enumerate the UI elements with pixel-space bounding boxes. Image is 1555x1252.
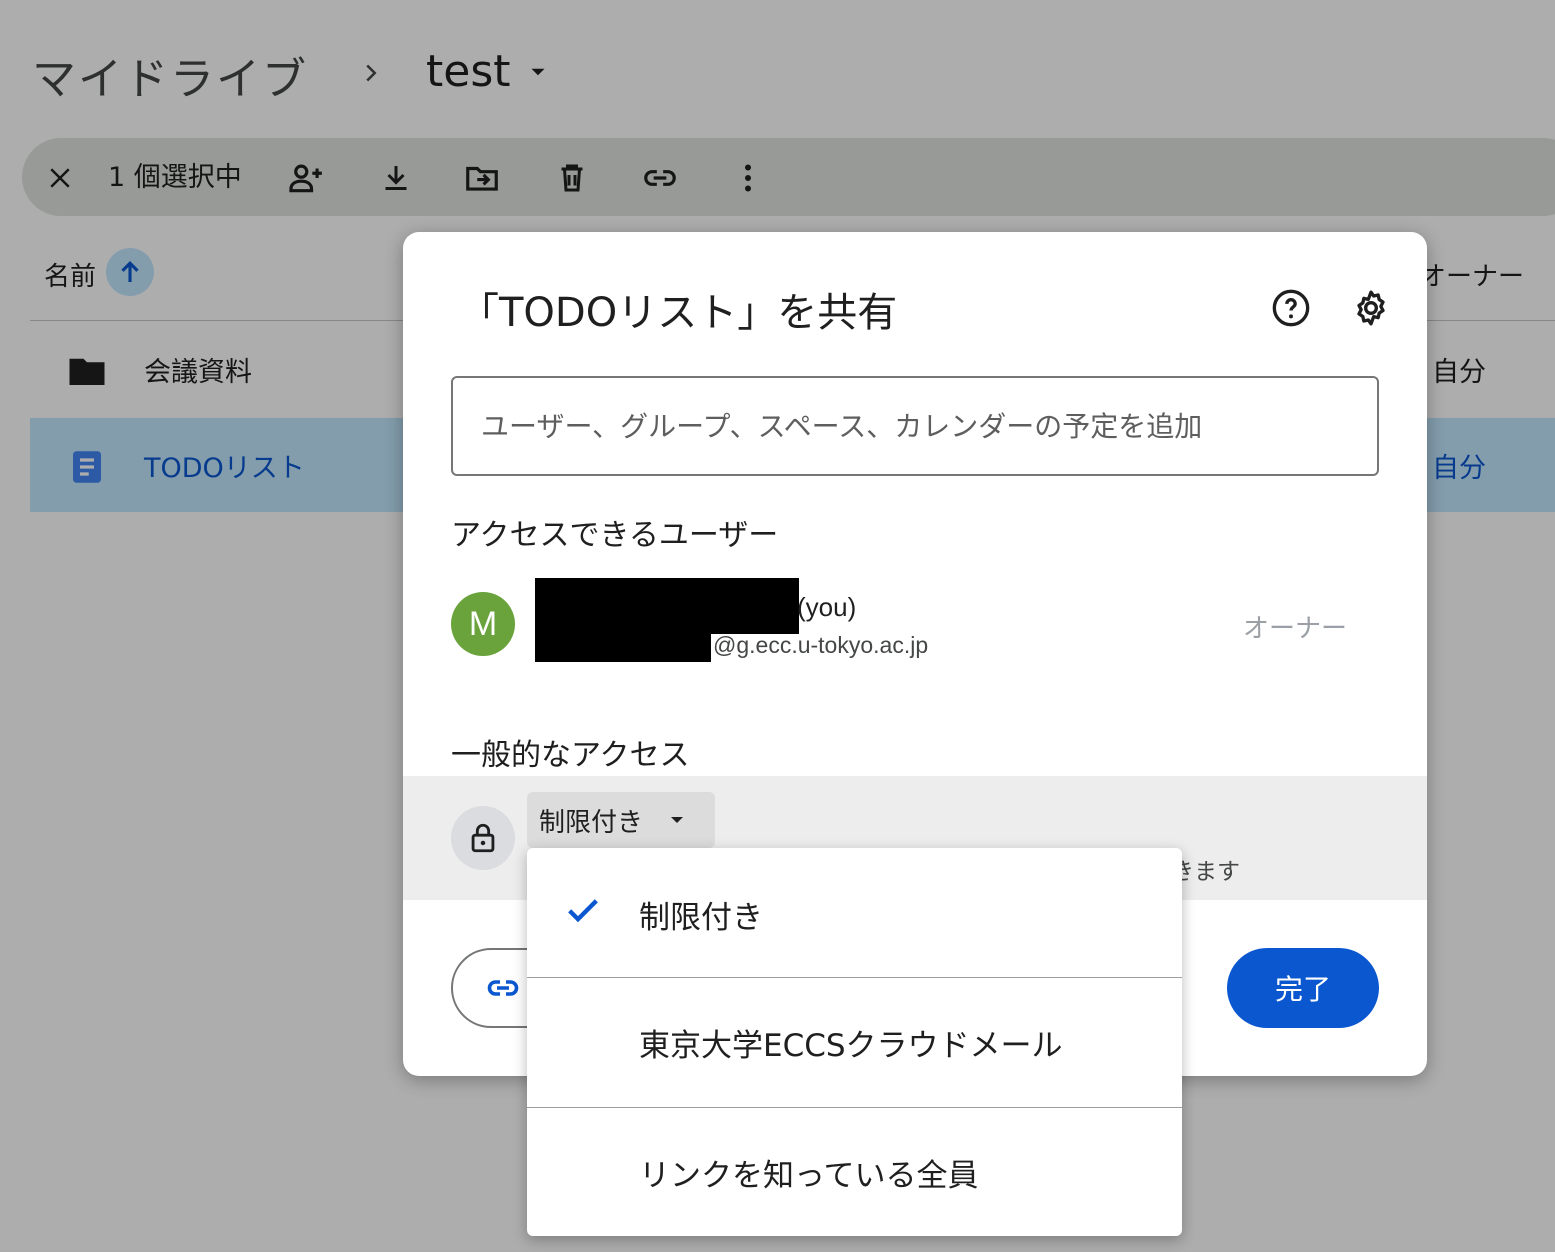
- done-button[interactable]: 完了: [1227, 948, 1379, 1028]
- menu-item-restricted[interactable]: 制限付き: [527, 848, 1182, 978]
- lock-icon: [471, 823, 495, 853]
- general-access-select[interactable]: 制限付き: [527, 792, 715, 848]
- gear-icon[interactable]: [1351, 288, 1391, 328]
- menu-item-label: 制限付き: [639, 900, 763, 936]
- add-people-input[interactable]: [451, 376, 1379, 476]
- general-access-title: 一般的なアクセス: [451, 738, 690, 773]
- people-with-access-title: アクセスできるユーザー: [451, 518, 779, 553]
- menu-item-domain[interactable]: 東京大学ECCSクラウドメール: [527, 978, 1182, 1108]
- user-name-suffix: (you): [797, 592, 857, 622]
- link-icon: [487, 980, 519, 996]
- general-access-value: 制限付き: [539, 807, 644, 838]
- user-row: M (you) @g.ecc.u-tokyo.ac.jp オーナー: [451, 578, 1381, 668]
- check-icon: [568, 899, 598, 923]
- user-role: オーナー: [1243, 614, 1348, 644]
- menu-item-label: 東京大学ECCSクラウドメール: [639, 1028, 1063, 1064]
- redacted-email: [535, 626, 711, 662]
- menu-item-label: リンクを知っている全員: [639, 1158, 979, 1194]
- access-dropdown-menu: 制限付き 東京大学ECCSクラウドメール リンクを知っている全員: [527, 848, 1182, 1236]
- help-icon[interactable]: [1271, 288, 1311, 328]
- avatar: M: [451, 592, 515, 656]
- dialog-title: 「TODOリスト」を共有: [459, 290, 898, 336]
- menu-item-anyone-with-link[interactable]: リンクを知っている全員: [527, 1108, 1182, 1237]
- caret-down-icon: [671, 817, 684, 823]
- user-email-domain: @g.ecc.u-tokyo.ac.jp: [713, 632, 929, 658]
- lock-badge: [451, 806, 515, 870]
